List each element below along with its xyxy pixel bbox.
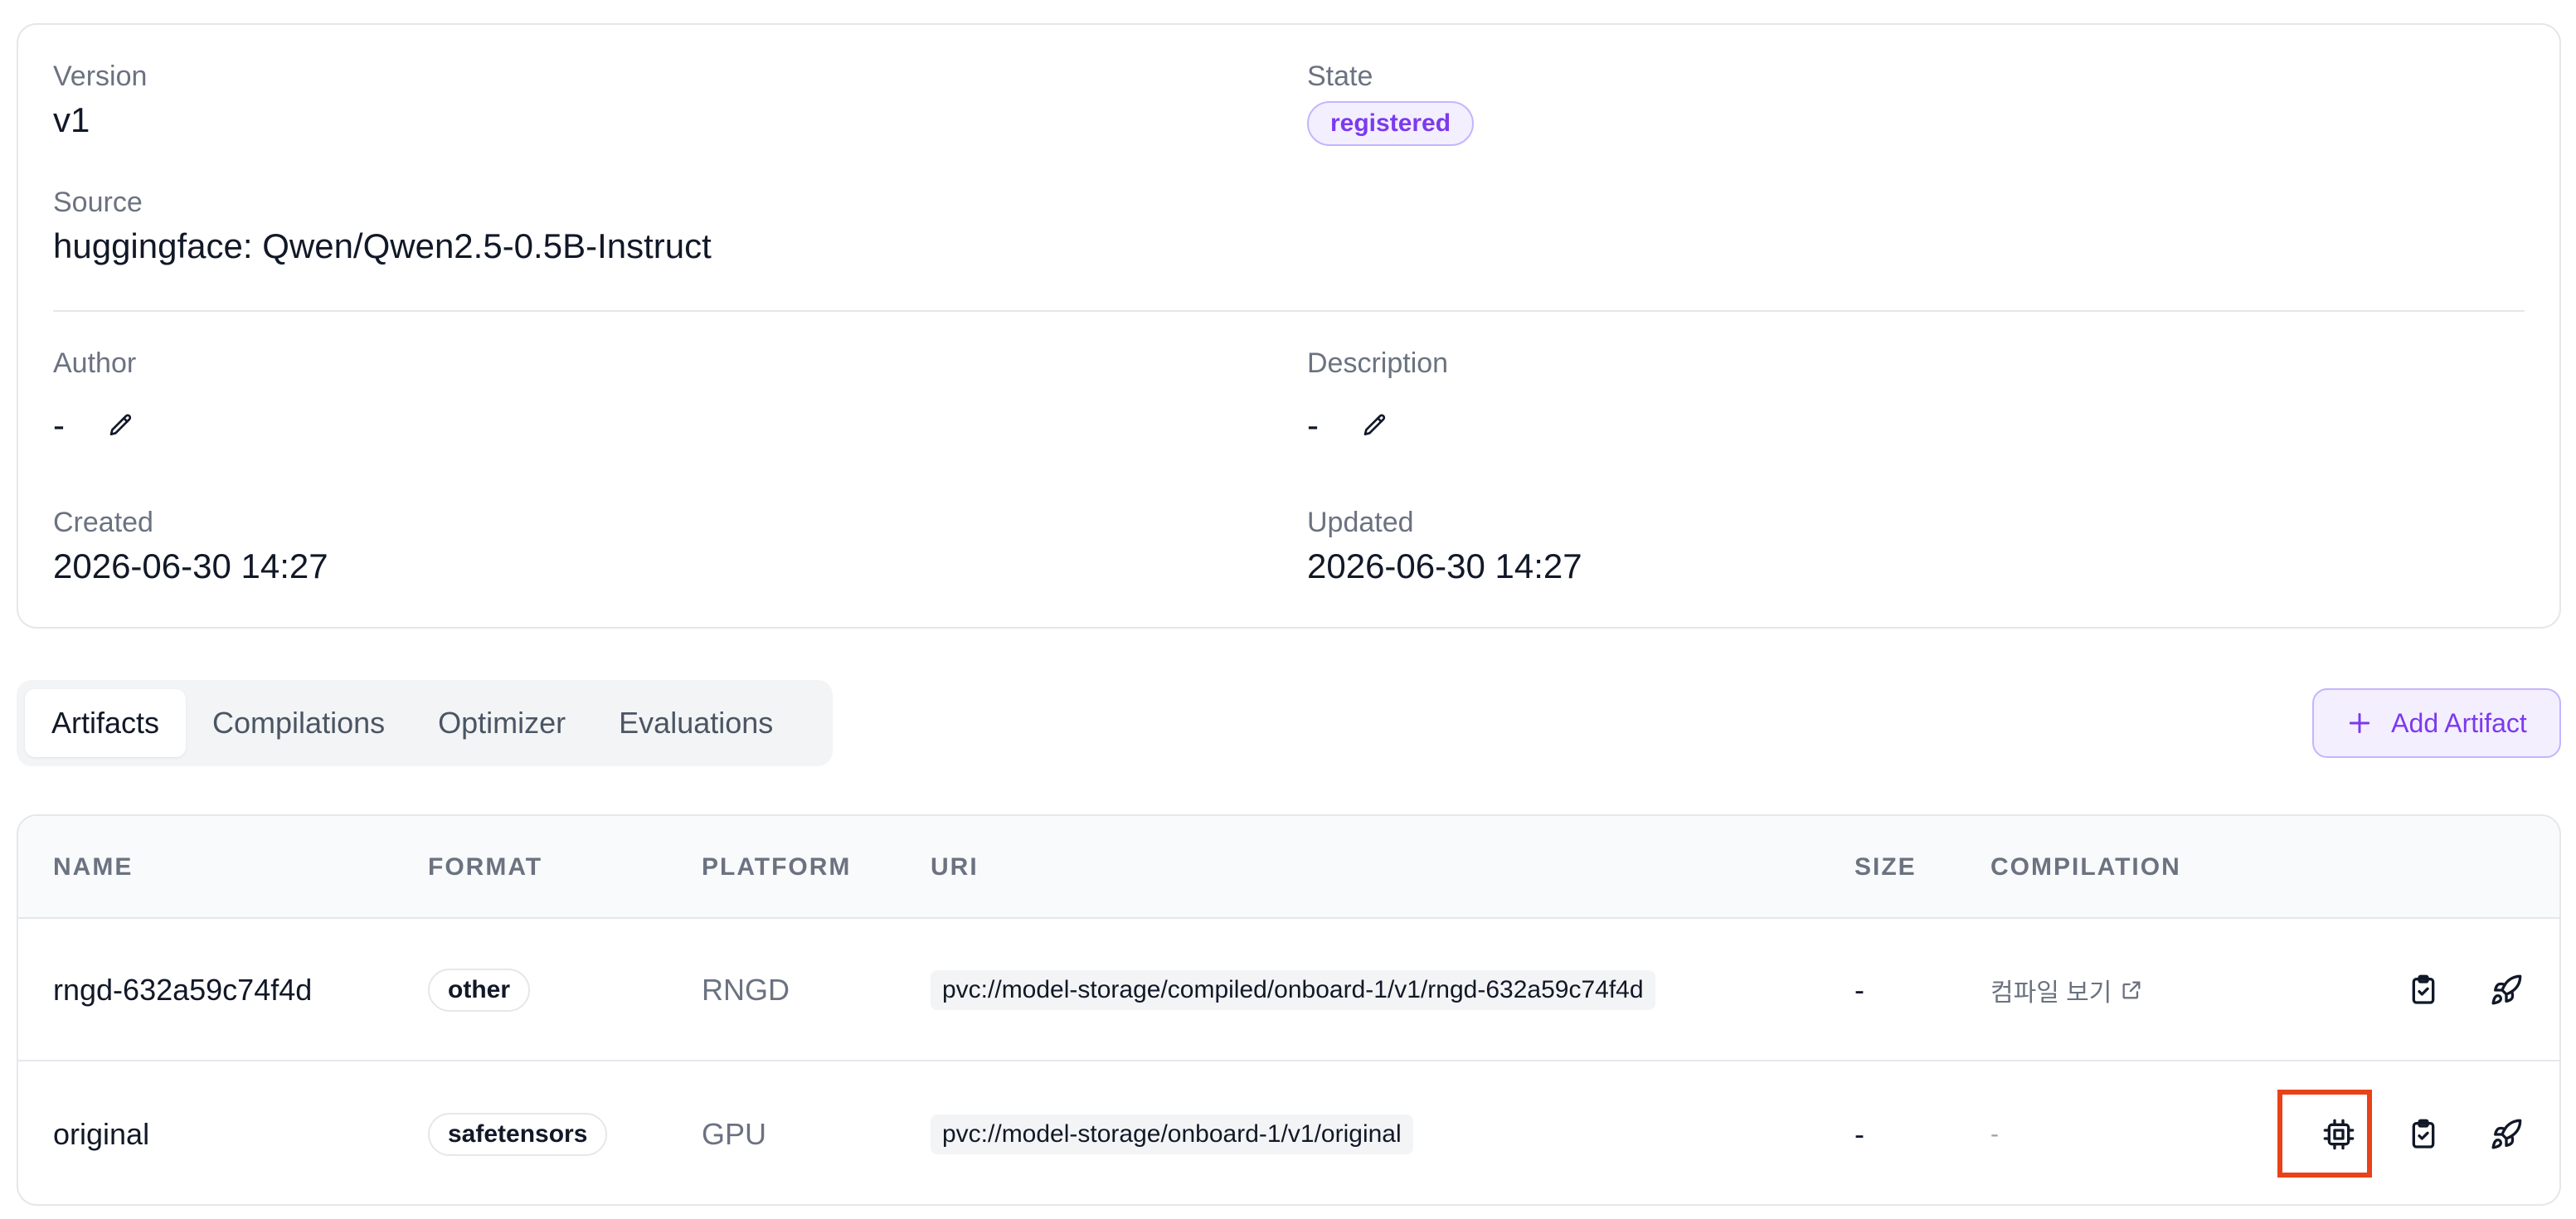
updated-value: 2026-06-30 14:27 [1307, 546, 1582, 585]
tab-optimizer[interactable]: Optimizer [411, 689, 592, 757]
table-row: original safetensors GPU pvc://model-sto… [18, 1063, 2559, 1204]
format-badge: other [428, 969, 530, 1012]
column-header-compilation: COMPILATION [1990, 853, 2181, 881]
tab-evaluations[interactable]: Evaluations [592, 689, 800, 757]
description-field: Description - [1307, 347, 1448, 446]
table-header: NAME FORMAT PLATFORM URI SIZE COMPILATIO… [18, 816, 2559, 919]
artifact-name: original [53, 1117, 150, 1151]
edit-author-button[interactable] [106, 410, 136, 440]
state-label: State [1307, 61, 1373, 92]
author-field: Author - [53, 347, 136, 446]
updated-field: Updated 2026-06-30 14:27 [1307, 506, 1582, 587]
deploy-button[interactable] [2481, 965, 2531, 1015]
plus-icon [2350, 712, 2370, 734]
updated-label: Updated [1307, 507, 1414, 538]
source-value: huggingface: Qwen/Qwen2.5-0.5B-Instruct [53, 226, 712, 265]
platform-value: GPU [702, 1117, 767, 1151]
chip-icon [2323, 1119, 2355, 1150]
tab-artifacts[interactable]: Artifacts [25, 689, 187, 757]
author-value: - [53, 406, 65, 444]
add-artifact-button[interactable]: Add Artifact [2312, 688, 2561, 758]
version-field: Version v1 [53, 60, 147, 141]
uri-value: pvc://model-storage/compiled/onboard-1/v… [931, 970, 1655, 1010]
version-label: Version [53, 61, 148, 92]
clipboard-check-icon [2412, 1119, 2435, 1149]
created-label: Created [53, 507, 153, 538]
evaluate-button[interactable] [2399, 1110, 2448, 1159]
pencil-icon [1363, 414, 1386, 435]
column-header-platform: PLATFORM [702, 853, 852, 881]
compile-button[interactable] [2314, 1110, 2364, 1159]
rocket-icon [2491, 1119, 2522, 1149]
artifacts-table: NAME FORMAT PLATFORM URI SIZE COMPILATIO… [17, 814, 2561, 1206]
tab-bar: Artifacts Compilations Optimizer Evaluat… [17, 680, 833, 766]
view-compilation-link[interactable]: 컴파일 보기 [1990, 972, 2143, 1008]
model-version-details-card: Version v1 State registered Source huggi… [17, 23, 2561, 629]
external-link-icon [2122, 981, 2141, 999]
clipboard-check-icon [2412, 974, 2435, 1004]
column-header-uri: URI [931, 853, 979, 881]
evaluate-button[interactable] [2399, 965, 2448, 1015]
pencil-icon [109, 414, 132, 435]
uri-value: pvc://model-storage/onboard-1/v1/origina… [931, 1115, 1413, 1154]
description-label: Description [1307, 347, 1449, 379]
format-badge: safetensors [428, 1113, 608, 1156]
platform-value: RNGD [702, 973, 790, 1007]
artifact-name: rngd-632a59c74f4d [53, 973, 313, 1007]
version-value: v1 [53, 100, 90, 139]
deploy-button[interactable] [2481, 1110, 2531, 1159]
author-label: Author [53, 347, 137, 379]
source-field: Source huggingface: Qwen/Qwen2.5-0.5B-In… [53, 186, 712, 267]
view-compilation-label: 컴파일 보기 [1990, 979, 2112, 1007]
column-header-size: SIZE [1854, 853, 1917, 881]
size-value: - [1854, 973, 1864, 1007]
column-header-format: FORMAT [428, 853, 543, 881]
state-badge: registered [1307, 101, 1475, 146]
size-value: - [1854, 1117, 1864, 1151]
tab-compilations[interactable]: Compilations [186, 689, 411, 757]
details-divider [53, 310, 2525, 312]
column-header-name: NAME [53, 853, 134, 881]
created-value: 2026-06-30 14:27 [53, 546, 328, 585]
compilation-value: - [1990, 1120, 1999, 1148]
state-field: State registered [1307, 60, 1475, 146]
add-artifact-label: Add Artifact [2391, 707, 2527, 738]
created-field: Created 2026-06-30 14:27 [53, 506, 328, 587]
rocket-icon [2491, 974, 2522, 1005]
source-label: Source [53, 187, 143, 218]
edit-description-button[interactable] [1360, 410, 1390, 440]
description-value: - [1307, 406, 1319, 444]
table-row: rngd-632a59c74f4d other RNGD pvc://model… [18, 919, 2559, 1061]
